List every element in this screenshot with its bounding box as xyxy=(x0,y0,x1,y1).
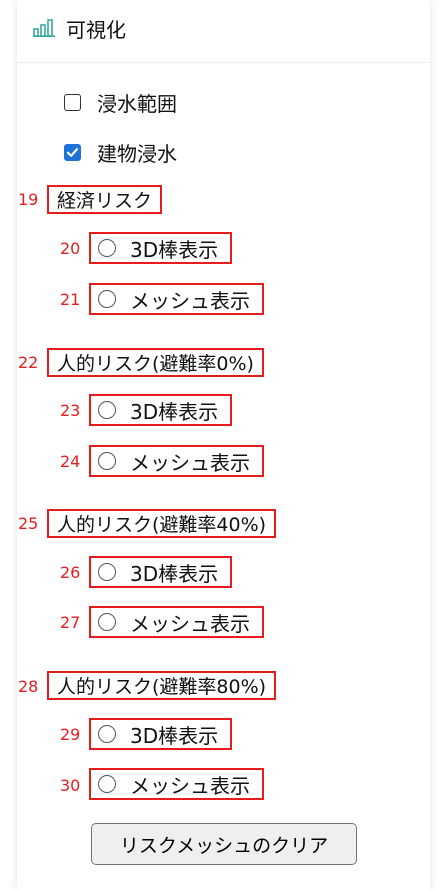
section-human-risk-40[interactable]: 人的リスク(避難率40%) xyxy=(47,509,277,538)
option-label: メッシュ表示 xyxy=(130,611,250,636)
annotation-number: 29 xyxy=(60,725,81,744)
layer-toggle-building-flood[interactable]: 建物浸水 xyxy=(64,138,177,166)
economic-risk-3d-bar-option[interactable]: 3D棒表示 xyxy=(89,232,233,264)
option-label: 3D棒表示 xyxy=(130,723,219,748)
annotation-number: 25 xyxy=(18,514,39,533)
annotation-number: 27 xyxy=(60,613,81,632)
annotation-number: 21 xyxy=(60,290,81,309)
option-label: 3D棒表示 xyxy=(130,399,219,424)
building-flood-label: 建物浸水 xyxy=(97,141,177,166)
panel-header: 可視化 xyxy=(17,0,430,63)
section-human-risk-0[interactable]: 人的リスク(避難率0%) xyxy=(47,348,264,377)
option-label: 3D棒表示 xyxy=(130,561,219,586)
economic-risk-mesh-option[interactable]: メッシュ表示 xyxy=(89,283,264,315)
layer-toggle-flood-area[interactable]: 浸水範囲 xyxy=(64,88,177,116)
human-risk-80-mesh-option[interactable]: メッシュ表示 xyxy=(89,768,264,800)
annotation-number: 20 xyxy=(60,239,81,258)
human-risk-40-3d-bar-option[interactable]: 3D棒表示 xyxy=(89,556,233,588)
building-flood-checkbox[interactable] xyxy=(64,143,81,161)
radio-button[interactable] xyxy=(98,452,116,470)
option-label: 3D棒表示 xyxy=(130,237,219,262)
section-human-risk-80[interactable]: 人的リスク(避難率80%) xyxy=(47,671,277,700)
option-label: メッシュ表示 xyxy=(130,450,250,475)
radio-button[interactable] xyxy=(98,613,116,631)
radio-button[interactable] xyxy=(98,290,116,308)
option-label: メッシュ表示 xyxy=(130,288,250,313)
panel-title: 可視化 xyxy=(66,18,126,42)
radio-button[interactable] xyxy=(98,775,116,793)
flood-area-label: 浸水範囲 xyxy=(97,91,177,116)
annotation-number: 30 xyxy=(60,776,81,795)
radio-button[interactable] xyxy=(98,239,116,257)
radio-button[interactable] xyxy=(98,401,116,419)
visualization-panel: 可視化 浸水範囲 建物浸水 19 経済リスク 20 3D棒表示 21 メッシュ表… xyxy=(17,0,430,890)
human-risk-0-3d-bar-option[interactable]: 3D棒表示 xyxy=(89,394,233,426)
option-label: メッシュ表示 xyxy=(130,773,250,798)
human-risk-0-mesh-option[interactable]: メッシュ表示 xyxy=(89,445,264,477)
annotation-number: 19 xyxy=(18,190,39,209)
human-risk-40-mesh-option[interactable]: メッシュ表示 xyxy=(89,606,264,638)
annotation-number: 26 xyxy=(60,563,81,582)
section-economic-risk[interactable]: 経済リスク xyxy=(47,185,163,214)
bar-chart-icon xyxy=(33,19,55,37)
annotation-number: 28 xyxy=(18,677,39,696)
clear-risk-mesh-button[interactable]: リスクメッシュのクリア xyxy=(91,823,357,865)
annotation-number: 23 xyxy=(60,401,81,420)
radio-button[interactable] xyxy=(98,725,116,743)
radio-button[interactable] xyxy=(98,563,116,581)
human-risk-80-3d-bar-option[interactable]: 3D棒表示 xyxy=(89,718,233,750)
annotation-number: 24 xyxy=(60,452,81,471)
checkmark-icon xyxy=(66,147,79,157)
flood-area-checkbox[interactable] xyxy=(64,93,81,111)
annotation-number: 22 xyxy=(18,353,39,372)
